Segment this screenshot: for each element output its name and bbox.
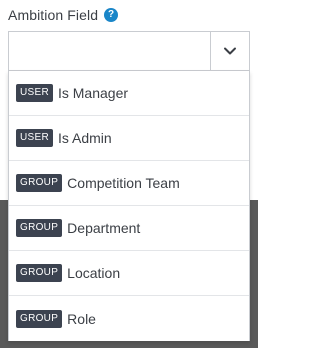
field-label: Ambition Field — [8, 7, 99, 23]
option-label: Department — [67, 220, 141, 236]
option-label: Role — [67, 310, 96, 327]
option-label: Competition Team — [67, 175, 180, 191]
option-label: Is Manager — [57, 85, 129, 101]
dropdown-option[interactable]: GROUP Role — [9, 296, 249, 341]
dropdown-toggle-button[interactable] — [210, 32, 249, 70]
ambition-field-select[interactable] — [8, 31, 250, 71]
option-type-badge: USER — [16, 84, 53, 102]
dropdown-option[interactable]: GROUP Competition Team — [9, 161, 249, 206]
option-type-badge: GROUP — [16, 264, 63, 282]
dropdown-menu: USER Is Manager USER Is Admin GROUP Comp… — [8, 71, 250, 341]
dropdown-option[interactable]: USER Is Admin — [9, 116, 249, 161]
option-label: Location — [67, 265, 121, 281]
chevron-down-icon — [224, 47, 236, 55]
page: Ambition Field ? USER Is Manager USER Is… — [0, 0, 258, 348]
dropdown-option[interactable]: GROUP Location — [9, 251, 249, 296]
field-label-row: Ambition Field ? — [8, 5, 119, 25]
question-mark-icon[interactable]: ? — [104, 8, 119, 22]
option-type-badge: GROUP — [16, 219, 63, 237]
dropdown-option[interactable]: USER Is Manager — [9, 71, 249, 116]
option-type-badge: GROUP — [16, 174, 63, 192]
option-label: Is Admin — [57, 130, 112, 146]
option-type-badge: GROUP — [16, 309, 63, 328]
option-type-badge: USER — [16, 129, 53, 147]
dropdown-option[interactable]: GROUP Department — [9, 206, 249, 251]
